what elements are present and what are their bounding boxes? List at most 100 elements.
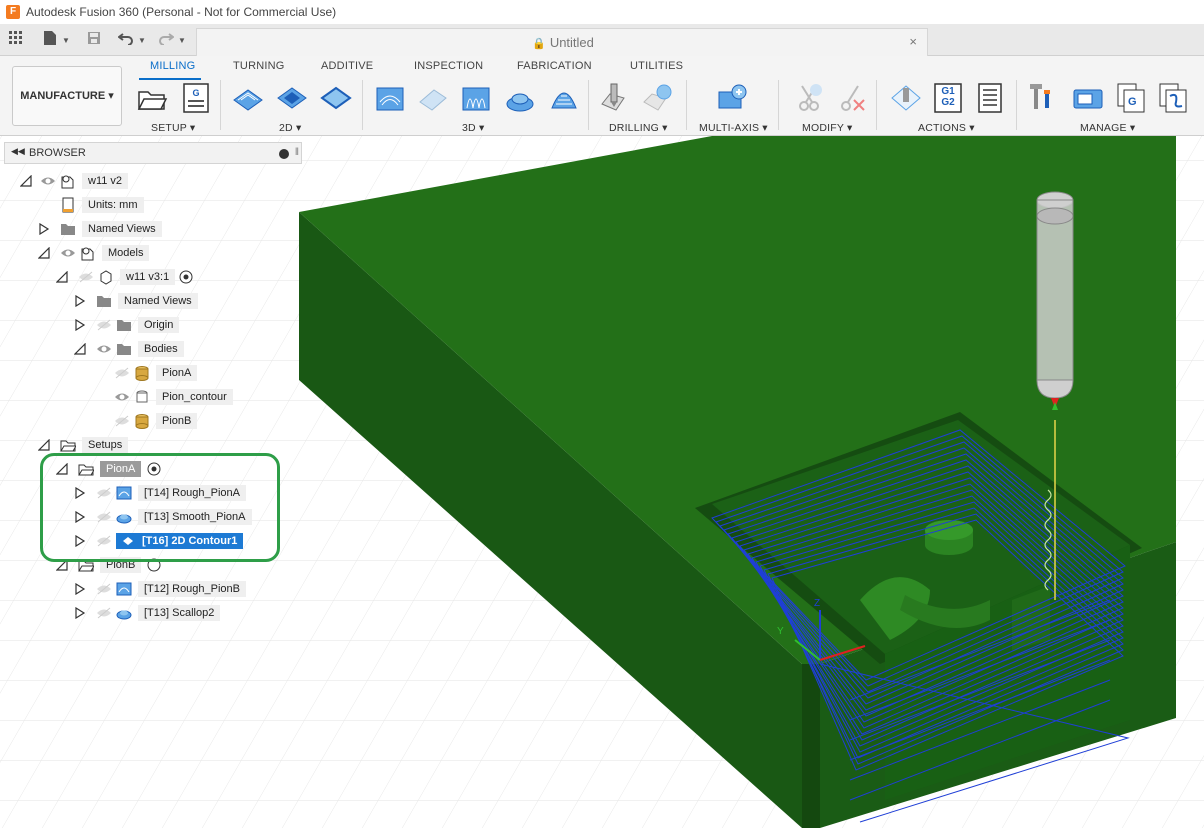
expand-triangle-icon[interactable]: [56, 271, 68, 283]
2d-contour-icon[interactable]: [320, 82, 352, 114]
template-library-icon[interactable]: [1158, 82, 1190, 114]
document-tab[interactable]: 🔒 Untitled ×: [196, 28, 928, 56]
browser-panel-header[interactable]: ◀◀ BROWSER ‖: [4, 142, 302, 164]
file-menu-icon[interactable]: [40, 30, 60, 50]
hidden-eye-icon[interactable]: [78, 271, 94, 283]
tree-item-body-piona[interactable]: PionA: [114, 363, 198, 383]
collapsed-triangle-icon[interactable]: [74, 583, 86, 595]
hidden-eye-icon[interactable]: [96, 319, 112, 331]
ribbon-divider: [1016, 80, 1017, 130]
active-tab-indicator: [139, 78, 201, 80]
folder-icon: [61, 224, 75, 235]
tree-item-op-rough-pionb[interactable]: [T12] Rough_PionB: [96, 579, 247, 599]
tree-item-units[interactable]: Units: mm: [60, 195, 144, 215]
visibility-eye-icon[interactable]: [114, 391, 130, 403]
hole-recognition-icon[interactable]: [642, 82, 674, 114]
tree-item-comp-named-views[interactable]: Named Views: [96, 291, 198, 311]
3d-adaptive-clearing-icon[interactable]: [374, 82, 406, 114]
modify-group-label[interactable]: MODIFY ▾: [802, 122, 852, 134]
3d-parallel-icon[interactable]: [460, 82, 492, 114]
hidden-eye-icon[interactable]: [96, 607, 112, 619]
tree-item-origin[interactable]: Origin: [96, 315, 180, 335]
setup-group-label[interactable]: SETUP ▾: [151, 122, 195, 134]
file-menu-chevron-down-icon[interactable]: ▼: [62, 36, 70, 45]
3d-pocket-clearing-icon[interactable]: [416, 82, 448, 114]
scallop-op-icon: [116, 610, 132, 620]
tree-item-label: Bodies: [138, 341, 184, 357]
cutting-tool[interactable]: [1036, 191, 1074, 410]
2d-group-label[interactable]: 2D ▾: [279, 122, 301, 134]
modify-scissors-icon[interactable]: [794, 82, 826, 114]
expand-triangle-icon[interactable]: [38, 439, 50, 451]
tree-item-body-pionb[interactable]: PionB: [114, 411, 198, 431]
activate-radio-icon[interactable]: [179, 270, 193, 284]
folder-icon: [97, 296, 111, 307]
2d-adaptive-icon[interactable]: [232, 82, 264, 114]
undo-icon[interactable]: [116, 30, 136, 50]
machine-library-icon[interactable]: [1072, 82, 1104, 114]
redo-icon[interactable]: [156, 30, 176, 50]
close-tab-icon[interactable]: ×: [909, 34, 917, 49]
tab-fabrication[interactable]: FABRICATION: [517, 60, 592, 72]
tab-inspection[interactable]: INSPECTION: [414, 60, 483, 72]
highlight-annotation: [40, 453, 280, 562]
manage-group-label[interactable]: MANAGE ▾: [1080, 122, 1135, 134]
setups-folder-icon: [60, 440, 76, 452]
post-library-icon[interactable]: G: [1116, 82, 1148, 114]
collapsed-triangle-icon[interactable]: [38, 223, 50, 235]
tree-item-component[interactable]: w11 v3:1: [78, 267, 193, 287]
tree-item-body-pion-contour[interactable]: Pion_contour: [114, 387, 233, 407]
tree-root[interactable]: w11 v2: [40, 171, 129, 191]
3d-scallop-icon[interactable]: [548, 82, 580, 114]
tab-utilities[interactable]: UTILITIES: [630, 60, 683, 72]
g1g2-post-process-icon[interactable]: G1 G2: [932, 82, 964, 114]
hidden-eye-icon[interactable]: [96, 583, 112, 595]
browser-title: BROWSER: [29, 147, 86, 159]
nc-program-icon[interactable]: G: [180, 82, 212, 114]
tab-additive[interactable]: ADDITIVE: [321, 60, 373, 72]
3d-group-label[interactable]: 3D ▾: [462, 122, 484, 134]
collapsed-triangle-icon[interactable]: [74, 607, 86, 619]
tree-item-setups[interactable]: Setups: [60, 435, 129, 455]
workspace-switcher[interactable]: MANUFACTURE ▾: [12, 66, 122, 126]
hidden-eye-icon[interactable]: [114, 415, 130, 427]
collapse-browser-icon[interactable]: ◀◀: [11, 146, 25, 157]
post-library-g-label: G: [1128, 96, 1137, 108]
tab-turning[interactable]: TURNING: [233, 60, 285, 72]
simulate-icon[interactable]: [890, 82, 922, 114]
visibility-eye-icon[interactable]: [96, 343, 112, 355]
2d-pocket-icon[interactable]: [276, 82, 308, 114]
tree-item-models[interactable]: Models: [60, 243, 150, 263]
tree-item-named-views[interactable]: Named Views: [60, 219, 162, 239]
setup-sheet-icon[interactable]: [974, 82, 1006, 114]
expand-triangle-icon[interactable]: [74, 343, 86, 355]
redo-chevron-down-icon[interactable]: ▼: [178, 36, 186, 45]
expand-triangle-icon[interactable]: [20, 175, 32, 187]
setup-folder-icon[interactable]: [136, 82, 168, 114]
tree-item-label: w11 v3:1: [120, 269, 176, 285]
minimize-icon[interactable]: [279, 149, 289, 159]
tree-item-op-scallop2[interactable]: [T13] Scallop2: [96, 603, 221, 623]
panel-grip-icon[interactable]: ‖: [295, 147, 299, 158]
body-icon: [135, 414, 149, 429]
units-document-icon: [62, 197, 74, 213]
hidden-eye-icon[interactable]: [114, 367, 130, 379]
actions-group-label[interactable]: ACTIONS ▾: [918, 122, 975, 134]
3d-contour-icon[interactable]: [504, 82, 536, 114]
save-icon[interactable]: [84, 30, 104, 50]
tool-library-icon[interactable]: [1028, 82, 1060, 114]
undo-chevron-down-icon[interactable]: ▼: [138, 36, 146, 45]
multi-axis-group-label[interactable]: MULTI-AXIS ▾: [699, 122, 768, 134]
modify-delete-icon[interactable]: [836, 82, 868, 114]
multi-axis-icon[interactable]: [716, 82, 748, 114]
drill-icon[interactable]: [598, 82, 630, 114]
data-panel-grid-icon[interactable]: [6, 30, 26, 50]
visibility-eye-icon[interactable]: [40, 175, 56, 187]
collapsed-triangle-icon[interactable]: [74, 319, 86, 331]
tree-item-bodies[interactable]: Bodies: [96, 339, 184, 359]
collapsed-triangle-icon[interactable]: [74, 295, 86, 307]
expand-triangle-icon[interactable]: [38, 247, 50, 259]
drilling-group-label[interactable]: DRILLING ▾: [609, 122, 668, 134]
tab-milling[interactable]: MILLING: [150, 60, 195, 72]
visibility-eye-icon[interactable]: [60, 247, 76, 259]
